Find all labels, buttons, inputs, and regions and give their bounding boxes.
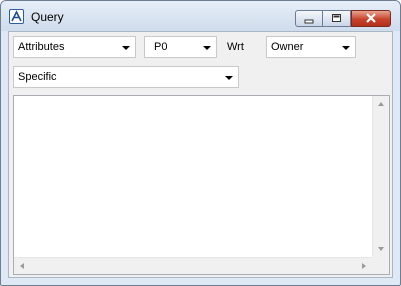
vertical-scrollbar[interactable] [372,96,389,257]
query-window: Query Attributes P0 Wrt Owner Specific [0,0,401,286]
owner-select[interactable]: Owner [266,36,356,58]
maximize-button[interactable] [323,10,351,27]
minimize-button[interactable] [295,10,323,27]
chevron-down-icon [342,46,350,50]
window-title: Query [31,10,64,24]
specific-select-value: Specific [18,71,57,83]
scroll-right-icon[interactable] [362,263,366,269]
scroll-down-icon[interactable] [378,247,384,251]
attributes-select[interactable]: Attributes [13,36,136,58]
p0-select-value: P0 [154,41,168,53]
horizontal-scrollbar[interactable] [14,257,372,274]
query-panel: Attributes P0 Wrt Owner Specific [8,31,393,278]
chevron-down-icon [225,76,233,80]
p0-select[interactable]: P0 [144,36,217,58]
minimize-icon [304,19,314,24]
scroll-up-icon[interactable] [378,102,384,106]
owner-select-value: Owner [271,41,304,53]
maximize-icon [332,14,341,22]
app-icon[interactable] [9,9,24,24]
chevron-down-icon [203,46,211,50]
close-button[interactable] [351,10,391,27]
specific-select[interactable]: Specific [13,66,239,88]
close-icon [366,13,376,23]
scroll-left-icon[interactable] [20,263,24,269]
scrollbar-corner [372,257,389,274]
query-output-textarea[interactable] [13,95,390,275]
title-bar[interactable]: Query [1,1,400,31]
wrt-label: Wrt [227,41,244,53]
attributes-select-value: Attributes [18,41,65,53]
chevron-down-icon [122,46,130,50]
